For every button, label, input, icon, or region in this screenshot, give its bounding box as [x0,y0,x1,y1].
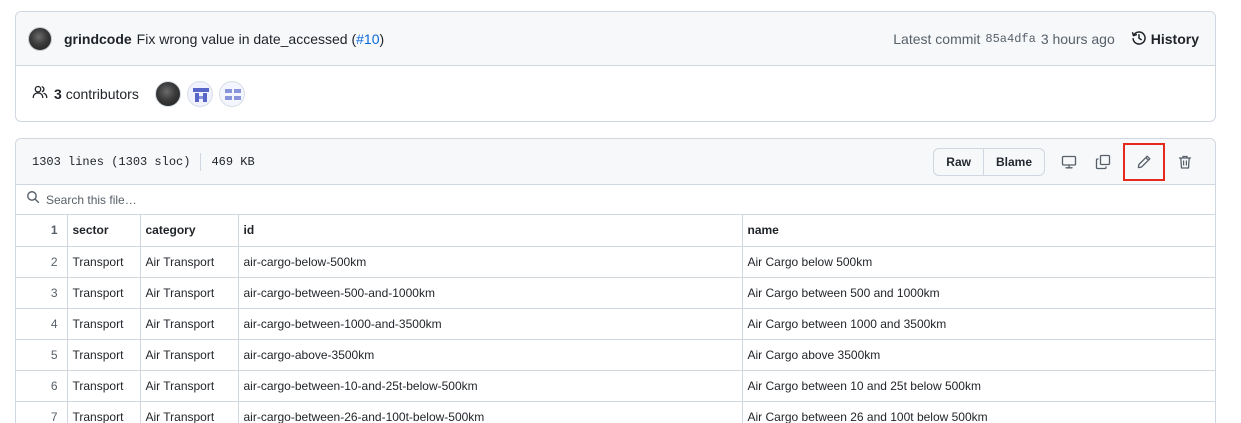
line-number[interactable]: 4 [16,307,68,340]
commit-box: grindcode Fix wrong value in date_access… [15,11,1216,122]
table-cell: air-cargo-between-26-and-100t-below-500k… [237,400,743,423]
table-cell: air-cargo-between-10-and-25t-below-500km [237,369,743,402]
table-cell: air-cargo-above-3500km [237,338,743,371]
latest-commit-bar: grindcode Fix wrong value in date_access… [16,12,1215,66]
info-divider [200,152,202,171]
search-input[interactable] [46,192,446,207]
line-number[interactable]: 5 [16,338,68,371]
commit-time: 3 hours ago [1040,31,1115,47]
blame-button[interactable]: Blame [982,149,1044,175]
file-actions: Raw Blame [933,139,1201,185]
commit-sha[interactable]: 85a4dfa [985,32,1035,46]
raw-button[interactable]: Raw [934,149,983,175]
line-number[interactable]: 3 [16,276,68,309]
history-icon [1131,30,1151,49]
file-header: 1303 lines (1303 sloc) 469 KB Raw Blame [16,139,1215,185]
column-header: category [139,215,239,247]
copy-icon[interactable] [1087,148,1119,176]
latest-commit-label: Latest commit [893,31,981,47]
table-cell: Air Transport [139,307,239,340]
people-icon [32,84,48,105]
table-row: 3 Transport Air Transport air-cargo-between… [16,276,1215,309]
contributors-count: 3 [54,86,62,102]
commit-message-end: ) [379,30,385,47]
column-header: id [237,215,743,247]
table-cell: Air Cargo between 500 and 1000km [741,276,1215,309]
contributor-avatar[interactable] [186,81,213,107]
contributors-row: 3 contributors [16,66,1215,121]
table-cell: Air Transport [139,369,239,402]
table-row: 2 Transport Air Transport air-cargo-below-5… [16,245,1215,278]
table-row: 5 Transport Air Transport air-cargo-above-3… [16,338,1215,371]
commit-meta: Latest commit 85a4dfa 3 hours ago Histor… [893,12,1199,66]
contributors-link[interactable]: 3 contributors [54,86,139,102]
table-row: 7 Transport Air Transport air-cargo-between… [16,400,1215,423]
commit-message[interactable]: Fix wrong value in date_accessed (#10) [137,31,384,47]
table-header-row: 1 sector category id name [16,215,1215,247]
table-cell: Transport [66,276,141,309]
line-number[interactable]: 6 [16,369,68,402]
table-cell: air-cargo-below-500km [237,245,743,278]
table-cell: air-cargo-between-1000-and-3500km [237,307,743,340]
csv-table: 1 sector category id name 2 Transport Air Trans… [16,215,1215,423]
table-row: 4 Transport Air Transport air-cargo-between… [16,307,1215,340]
file-lines-info: 1303 lines (1303 sloc) [32,154,191,169]
column-header: sector [66,215,141,247]
contributor-avatar[interactable] [154,81,181,107]
contributor-avatar[interactable] [218,81,245,107]
table-row: 6 Transport Air Transport air-cargo-between… [16,369,1215,402]
table-cell: Air Cargo between 26 and 100t below 500k… [741,400,1215,423]
table-cell: Air Transport [139,338,239,371]
table-cell: Air Cargo below 500km [741,245,1215,278]
contributor-avatars [154,81,245,107]
table-cell: Transport [66,338,141,371]
raw-blame-group: Raw Blame [933,148,1045,176]
commit-message-text[interactable]: Fix wrong value in date_accessed ( [137,31,356,47]
table-cell: Air Transport [139,400,239,423]
table-cell: air-cargo-between-500-and-1000km [237,276,743,309]
history-label: History [1150,31,1199,47]
author-avatar[interactable] [28,26,52,51]
search-icon [26,190,40,209]
table-cell: Transport [66,245,141,278]
table-cell: Air Transport [139,276,239,309]
table-cell: Air Cargo above 3500km [741,338,1215,371]
desktop-icon[interactable] [1053,148,1085,176]
table-cell: Transport [66,400,141,423]
commit-author[interactable]: grindcode [64,31,132,47]
line-number[interactable]: 1 [16,215,68,247]
history-button[interactable]: History [1131,30,1199,49]
line-number[interactable]: 7 [16,400,68,423]
table-cell: Transport [66,307,141,340]
contributors-label: contributors [65,86,139,102]
table-cell: Air Cargo between 1000 and 3500km [741,307,1215,340]
trash-icon[interactable] [1169,148,1201,176]
pencil-icon[interactable] [1123,143,1165,181]
file-size: 469 KB [211,154,255,169]
file-search [16,185,1215,215]
table-cell: Air Transport [139,245,239,278]
table-cell: Air Cargo between 10 and 25t below 500km [741,369,1215,402]
line-number[interactable]: 2 [16,245,68,278]
pr-link[interactable]: #10 [356,31,379,47]
table-cell: Transport [66,369,141,402]
file-viewer: 1303 lines (1303 sloc) 469 KB Raw Blame [15,138,1216,423]
column-header: name [741,215,1215,247]
